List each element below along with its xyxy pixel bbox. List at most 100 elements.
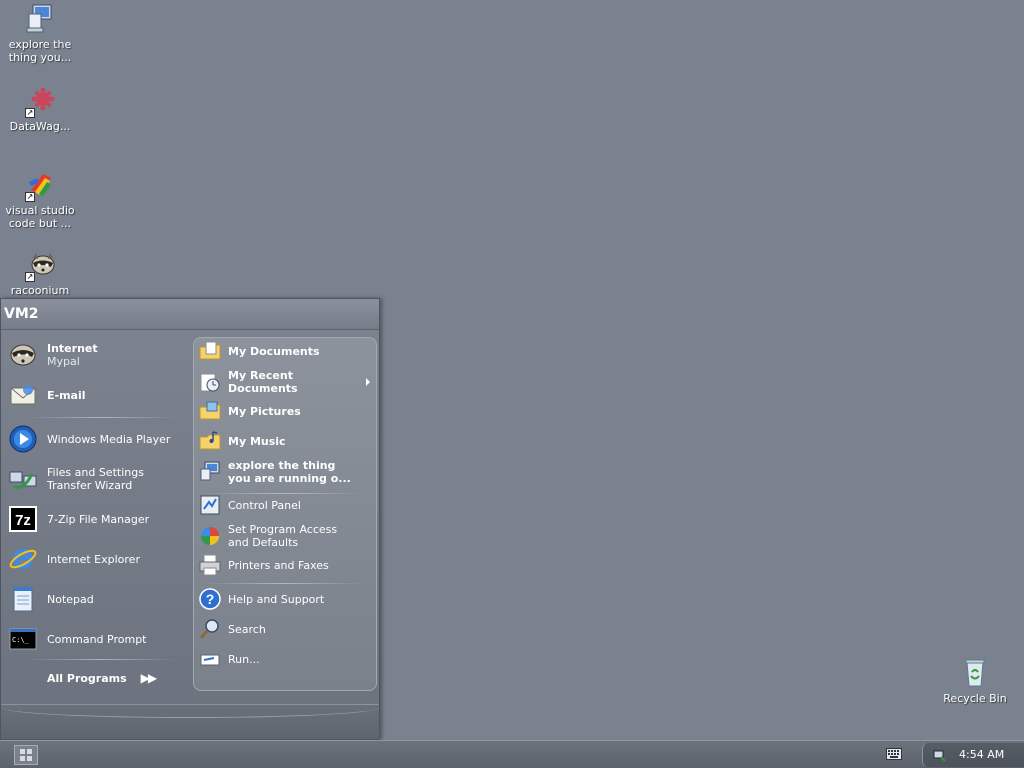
- start-help-label: Run...: [228, 652, 260, 666]
- start-item-label: 7-Zip File Manager: [47, 512, 150, 526]
- start-help-label: Help and Support: [228, 592, 325, 606]
- start-menu: VM2 Internet Mypal E-mail Windows Media …: [0, 298, 380, 740]
- start-button[interactable]: [14, 745, 38, 765]
- windows-logo-icon: [20, 749, 32, 761]
- shortcut-arrow-icon: ↗: [25, 192, 35, 202]
- separator: [27, 417, 177, 418]
- svg-text:C:\_: C:\_: [12, 636, 30, 644]
- start-item-email[interactable]: E-mail: [7, 379, 187, 411]
- computer-icon: [23, 2, 57, 36]
- desktop-icon-label: explore the thing you...: [8, 38, 72, 64]
- start-place-label: My Documents: [228, 344, 320, 358]
- start-system-label: Control Panel: [228, 498, 301, 512]
- desktop-icon-vscode[interactable]: ↗ visual studio code but ...: [0, 168, 80, 230]
- start-system-printers[interactable]: Printers and Faxes: [198, 553, 374, 577]
- submenu-arrow-icon: [366, 378, 370, 386]
- start-item-label: Command Prompt: [47, 632, 147, 646]
- start-system-program-access[interactable]: Set Program Access and Defaults: [198, 523, 374, 549]
- all-programs-button[interactable]: All Programs ▶▶: [47, 671, 158, 685]
- footer-swoosh: [1, 697, 379, 718]
- desktop-icon-datawag[interactable]: ↗ DataWag...: [0, 84, 80, 133]
- media-player-icon: [7, 423, 39, 455]
- desktop-icon-label: Recycle Bin: [943, 692, 1007, 705]
- start-item-title: E-mail: [47, 388, 86, 402]
- start-item-label-line2: Transfer Wizard: [47, 479, 133, 492]
- cmd-icon: C:\_: [7, 623, 39, 655]
- taskbar-clock[interactable]: 4:54 AM: [959, 748, 1004, 761]
- transfer-wizard-icon: [7, 463, 39, 495]
- separator: [27, 659, 177, 660]
- printer-icon: [198, 553, 222, 577]
- start-item-title: Internet: [47, 342, 98, 355]
- shortcut-arrow-icon: ↗: [25, 108, 35, 118]
- recent-docs-icon: [198, 370, 222, 394]
- desktop-icon-explore[interactable]: explore the thing you...: [0, 2, 80, 64]
- start-item-notepad[interactable]: Notepad: [7, 583, 187, 615]
- network-icon[interactable]: [933, 748, 947, 762]
- double-chevron-right-icon: ▶▶: [140, 671, 158, 685]
- separator: [204, 583, 364, 584]
- start-help-run[interactable]: Run...: [198, 647, 374, 671]
- start-place-my-documents[interactable]: My Documents: [198, 339, 374, 363]
- folder-music-icon: [198, 429, 222, 453]
- start-item-cmd[interactable]: C:\_ Command Prompt: [7, 623, 187, 655]
- desktop-icon-racoonium[interactable]: ↗ racoonium: [0, 248, 80, 297]
- shortcut-arrow-icon: ↗: [25, 272, 35, 282]
- start-place-label-line1: explore the thing: [228, 459, 336, 472]
- start-item-label: Internet Explorer: [47, 552, 140, 566]
- run-icon: [198, 647, 222, 671]
- help-icon: ?: [198, 587, 222, 611]
- taskbar: 4:54 AM: [0, 740, 1024, 768]
- desktop: explore the thing you... ↗ DataWag... ↗ …: [0, 0, 1024, 740]
- start-system-label-line2: and Defaults: [228, 536, 299, 549]
- start-place-my-pictures[interactable]: My Pictures: [198, 399, 374, 423]
- start-help-search[interactable]: Search: [198, 617, 374, 641]
- svg-text:7z: 7z: [15, 512, 31, 529]
- start-item-subtitle: Mypal: [47, 355, 80, 368]
- start-menu-right-pane: My Documents My Recent Documents My Pict…: [193, 337, 377, 691]
- start-item-label: Notepad: [47, 592, 94, 606]
- start-place-explore[interactable]: explore the thing you are running o...: [198, 459, 374, 485]
- start-menu-footer: [1, 704, 379, 739]
- system-tray: 4:54 AM: [922, 743, 1024, 767]
- start-help-label: Search: [228, 622, 266, 636]
- folder-docs-icon: [198, 339, 222, 363]
- program-access-icon: [198, 524, 222, 548]
- start-place-label-line2: Documents: [228, 382, 298, 395]
- ie-icon: [7, 543, 39, 575]
- start-item-internet[interactable]: Internet Mypal: [7, 339, 187, 371]
- search-icon: [198, 617, 222, 641]
- folder-pictures-icon: [198, 399, 222, 423]
- svg-text:?: ?: [206, 591, 215, 607]
- start-item-label-line1: Files and Settings: [47, 466, 144, 479]
- start-item-7zip[interactable]: 7z 7-Zip File Manager: [7, 503, 187, 535]
- recycle-bin-icon: [958, 656, 992, 690]
- start-system-label-line1: Set Program Access: [228, 523, 338, 536]
- 7zip-icon: 7z: [7, 503, 39, 535]
- start-place-label: My Music: [228, 434, 286, 448]
- desktop-icon-label: DataWag...: [9, 120, 71, 133]
- keyboard-icon[interactable]: [886, 748, 902, 760]
- start-place-recent-documents[interactable]: My Recent Documents: [198, 369, 374, 395]
- start-place-label-line1: My Recent: [228, 369, 293, 382]
- control-panel-icon: [198, 493, 222, 517]
- start-item-label: Windows Media Player: [47, 432, 171, 446]
- start-item-ie[interactable]: Internet Explorer: [7, 543, 187, 575]
- desktop-icon-recycle-bin[interactable]: Recycle Bin: [935, 656, 1015, 705]
- start-place-label: My Pictures: [228, 404, 301, 418]
- start-item-transfer-wizard[interactable]: Files and Settings Transfer Wizard: [7, 463, 187, 495]
- start-help-support[interactable]: ? Help and Support: [198, 587, 374, 611]
- start-place-my-music[interactable]: My Music: [198, 429, 374, 453]
- raccoon-icon: [7, 339, 39, 371]
- start-item-media-player[interactable]: Windows Media Player: [7, 423, 187, 455]
- computer-icon: [198, 460, 222, 484]
- desktop-icon-label: racoonium: [10, 284, 70, 297]
- desktop-icon-label: visual studio code but ...: [5, 204, 75, 230]
- start-system-label: Printers and Faxes: [228, 558, 329, 572]
- all-programs-label: All Programs: [47, 671, 127, 685]
- notepad-icon: [7, 583, 39, 615]
- raccoon-icon: ↗: [23, 248, 57, 282]
- start-system-control-panel[interactable]: Control Panel: [198, 493, 374, 517]
- start-place-label-line2: you are running o...: [228, 472, 351, 485]
- email-icon: [7, 379, 39, 411]
